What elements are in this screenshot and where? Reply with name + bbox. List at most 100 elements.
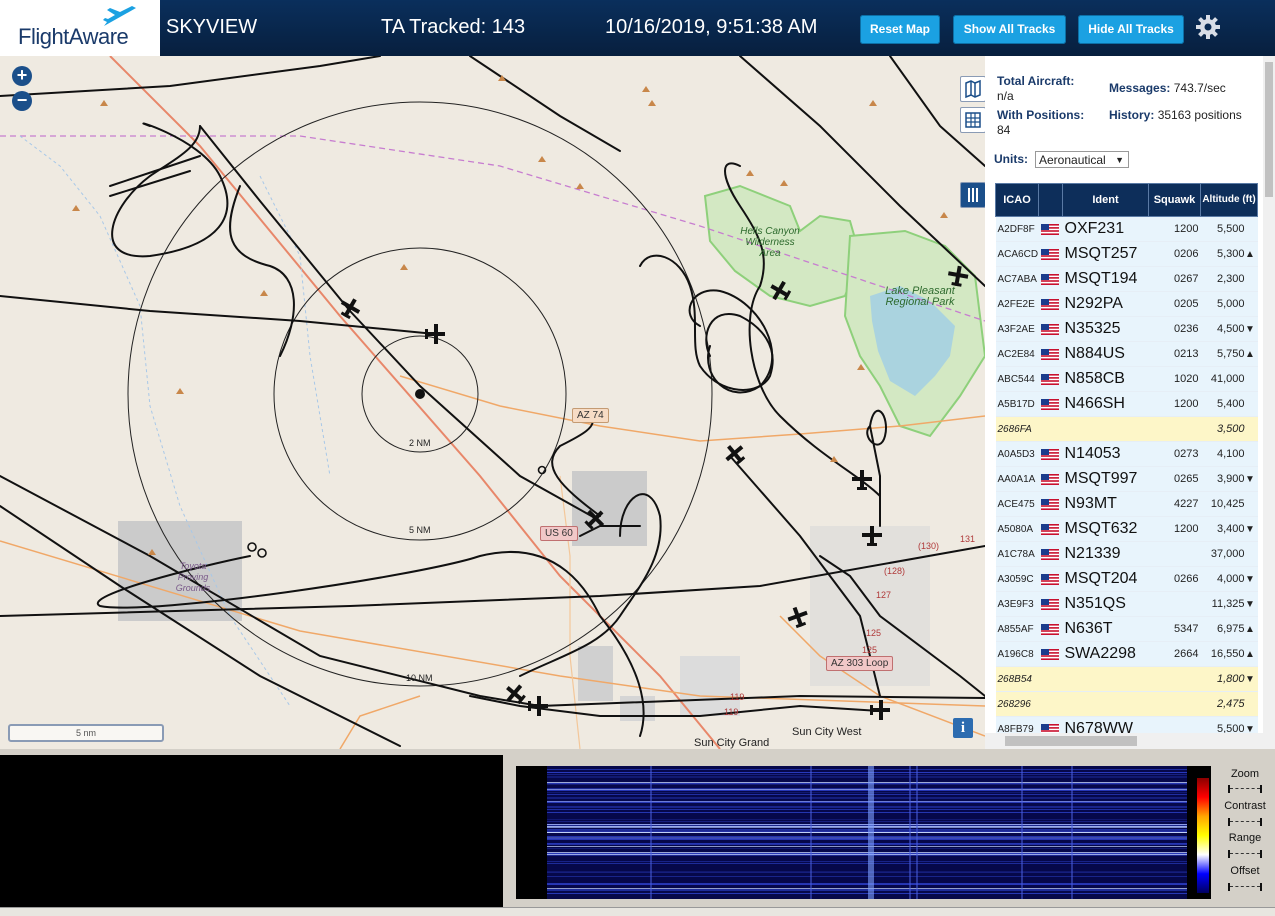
- total-aircraft-label: Total Aircraft:: [997, 74, 1075, 88]
- aircraft-icao: A5B17D: [995, 391, 1039, 417]
- output-console: [0, 755, 503, 915]
- aircraft-squawk: 5347: [1148, 616, 1201, 642]
- aircraft-row[interactable]: ACE475 N93MT 4227 10,425: [995, 491, 1258, 517]
- us-flag-icon: [1040, 598, 1059, 610]
- aircraft-squawk: 1020: [1148, 366, 1201, 392]
- aircraft-row[interactable]: A3F2AE N35325 0236 4,500▼: [995, 316, 1258, 342]
- map-view[interactable]: + − Hells Canyon Wilderness Area Lake Pl…: [0, 56, 985, 749]
- road-number: 127: [876, 590, 892, 600]
- aircraft-row[interactable]: A3E9F3 N351QS 11,325▼: [995, 591, 1258, 617]
- road-number: (128): [884, 566, 906, 576]
- aircraft-altitude: 4,500▼: [1200, 316, 1258, 342]
- aircraft-squawk: 0267: [1148, 266, 1201, 292]
- aircraft-squawk: [1148, 691, 1201, 717]
- sidebar-vertical-scroll-thumb[interactable]: [1265, 62, 1273, 197]
- aircraft-row[interactable]: 268B54 1,800▼: [995, 666, 1258, 692]
- map-layers-icon[interactable]: [960, 76, 985, 102]
- zoom-slider[interactable]: [1228, 785, 1262, 793]
- zoom-in-button[interactable]: +: [12, 66, 32, 86]
- road-number: (130): [918, 541, 940, 551]
- sidebar-horizontal-scroll-thumb[interactable]: [1005, 736, 1137, 746]
- altitude-trend-icon: ▲: [1245, 649, 1255, 660]
- altitude-trend-icon: ▼: [1245, 324, 1255, 335]
- aircraft-row[interactable]: A855AF N636T 5347 6,975▲: [995, 616, 1258, 642]
- aircraft-ident: MSQT194: [1062, 266, 1149, 292]
- column-header-flag[interactable]: [1038, 183, 1063, 217]
- us-flag-icon: [1040, 298, 1059, 310]
- waterfall-display[interactable]: [516, 766, 1211, 899]
- aircraft-row[interactable]: AC2E84 N884US 0213 5,750▲: [995, 341, 1258, 367]
- aircraft-row[interactable]: A5B17D N466SH 1200 5,400: [995, 391, 1258, 417]
- altitude-value: 5,300: [1216, 248, 1245, 260]
- history-stat: History: 35163 positions: [1109, 108, 1259, 123]
- contrast-control-label: Contrast: [1224, 800, 1266, 812]
- show-all-tracks-button[interactable]: Show All Tracks: [953, 15, 1066, 44]
- road-number: 119: [730, 692, 745, 702]
- us-flag-icon: [1040, 473, 1059, 485]
- altitude-value: 4,500: [1216, 323, 1245, 335]
- flag-cell: [1038, 641, 1063, 667]
- altitude-value: 5,000: [1216, 298, 1245, 310]
- with-positions-stat: With Positions: 84: [997, 108, 1084, 138]
- aircraft-row[interactable]: A3059C MSQT204 0266 4,000▼: [995, 566, 1258, 592]
- place-lake-pleasant: Lake Pleasant Regional Park: [885, 285, 955, 308]
- column-header-ident[interactable]: Ident: [1062, 183, 1149, 217]
- flag-cell: [1038, 316, 1063, 342]
- flag-cell: [1038, 466, 1063, 492]
- aircraft-ident: N351QS: [1062, 591, 1149, 617]
- aircraft-squawk: 1200: [1148, 391, 1201, 417]
- map-canvas[interactable]: [0, 56, 985, 749]
- tracked-count: TA Tracked: 143: [381, 16, 526, 38]
- aircraft-row[interactable]: 268296 2,475: [995, 691, 1258, 717]
- aircraft-row[interactable]: AC7ABA MSQT194 0267 2,300: [995, 266, 1258, 292]
- range-slider[interactable]: [1228, 850, 1262, 858]
- ring-label-10nm: 10 NM: [406, 673, 433, 683]
- info-button[interactable]: i: [953, 718, 973, 738]
- aircraft-altitude: 2,300: [1200, 266, 1258, 292]
- flag-cell: [1038, 516, 1063, 542]
- units-select[interactable]: Aeronautical ▼: [1035, 151, 1129, 168]
- grid-overlay-icon[interactable]: [960, 107, 985, 133]
- contrast-slider[interactable]: [1228, 818, 1262, 826]
- hide-all-tracks-button[interactable]: Hide All Tracks: [1078, 15, 1184, 44]
- aircraft-ident: N858CB: [1062, 366, 1149, 392]
- column-header-altitude[interactable]: Altitude (ft): [1200, 183, 1258, 217]
- flightaware-logo[interactable]: FlightAware: [0, 0, 160, 56]
- aircraft-ident: MSQT257: [1062, 241, 1149, 267]
- road-number: 119: [724, 707, 739, 717]
- altitude-trend-icon: ▼: [1245, 474, 1255, 485]
- us-flag-icon: [1040, 373, 1059, 385]
- aircraft-row[interactable]: A2DF8F OXF231 1200 5,500: [995, 216, 1258, 242]
- flag-cell: [1038, 566, 1063, 592]
- offset-slider[interactable]: [1228, 883, 1262, 891]
- zoom-out-button[interactable]: −: [12, 91, 32, 111]
- airplane-logo-icon: [103, 6, 136, 26]
- aircraft-icao: ACA6CD: [995, 241, 1039, 267]
- aircraft-row[interactable]: 2686FA 3,500: [995, 416, 1258, 442]
- reset-map-button[interactable]: Reset Map: [860, 15, 940, 44]
- aircraft-row[interactable]: A0A5D3 N14053 0273 4,100: [995, 441, 1258, 467]
- aircraft-row[interactable]: ACA6CD MSQT257 0206 5,300▲: [995, 241, 1258, 267]
- aircraft-row[interactable]: A2FE2E N292PA 0205 5,000: [995, 291, 1258, 317]
- aircraft-row[interactable]: A196C8 SWA2298 2664 16,550▲: [995, 641, 1258, 667]
- aircraft-ident: SWA2298: [1062, 641, 1149, 667]
- column-toggle-icon[interactable]: [960, 182, 985, 208]
- waterfall-canvas: [547, 766, 1187, 899]
- units-label: Units:: [994, 152, 1028, 166]
- column-header-squawk[interactable]: Squawk: [1148, 183, 1201, 217]
- aircraft-row[interactable]: A1C78A N21339 37,000: [995, 541, 1258, 567]
- aircraft-icao: A196C8: [995, 641, 1039, 667]
- road-sign-us60: US 60: [540, 526, 578, 541]
- road-number: 131: [960, 534, 976, 544]
- aircraft-row[interactable]: AA0A1A MSQT997 0265 3,900▼: [995, 466, 1258, 492]
- aircraft-ident: N466SH: [1062, 391, 1149, 417]
- aircraft-ident: MSQT632: [1062, 516, 1149, 542]
- aircraft-icao: 268B54: [995, 666, 1039, 692]
- column-header-icao[interactable]: ICAO: [995, 183, 1039, 217]
- aircraft-altitude: 3,400▼: [1200, 516, 1258, 542]
- flag-cell: [1038, 591, 1063, 617]
- aircraft-row[interactable]: A5080A MSQT632 1200 3,400▼: [995, 516, 1258, 542]
- us-flag-icon: [1040, 548, 1059, 560]
- aircraft-row[interactable]: ABC544 N858CB 1020 41,000: [995, 366, 1258, 392]
- gear-icon[interactable]: [1195, 14, 1221, 40]
